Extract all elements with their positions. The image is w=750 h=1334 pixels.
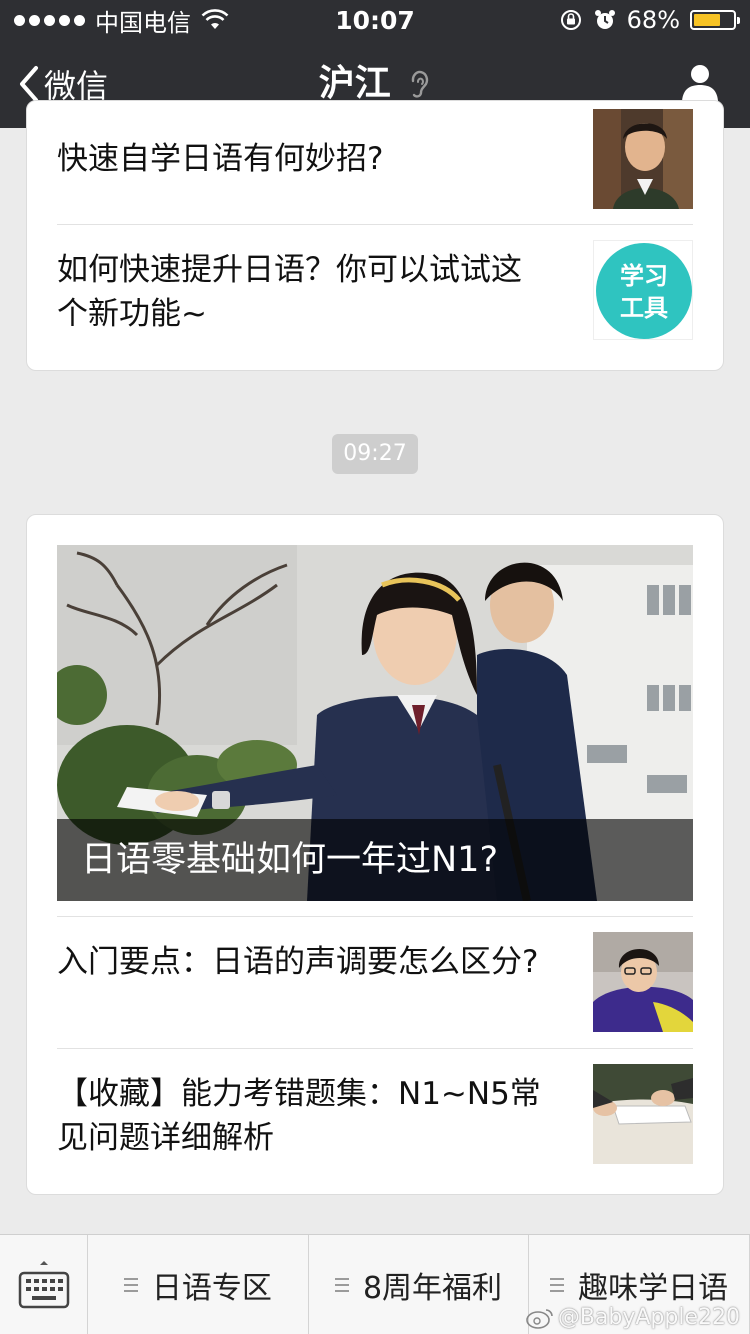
badge-text-1: 学习 [620, 262, 668, 290]
page-title-text: 沪江 [318, 63, 391, 104]
writing-hands-image [593, 1064, 693, 1164]
ear-icon[interactable] [409, 70, 431, 100]
menu-label: 趣味学日语 [578, 1271, 729, 1306]
article-title: 入门要点：日语的声调要怎么区分? [57, 944, 539, 980]
carrier-label: 中国电信 [95, 8, 191, 37]
status-bar: 中国电信 10:07 68% [0, 0, 750, 40]
alarm-icon [594, 10, 615, 29]
article-title: 【收藏】能力考错题集：N1~N5常见问题详细解析 [57, 1076, 541, 1156]
rotation-lock-icon [560, 10, 581, 30]
article-title: 快速自学日语有何妙招? [57, 141, 384, 177]
menu-icon [334, 1278, 349, 1292]
menu-label: 日语专区 [151, 1271, 272, 1306]
hero-caption: 日语零基础如何一年过N1? [57, 819, 693, 901]
divider [57, 916, 693, 917]
menu-item-anniversary-benefits[interactable]: 8周年福利 [309, 1235, 530, 1334]
article-item[interactable]: 快速自学日语有何妙招? [57, 109, 693, 209]
message-timestamp: 09:27 [332, 434, 418, 474]
article-item[interactable]: 入门要点：日语的声调要怎么区分? [57, 932, 693, 1032]
student-portrait-image [593, 932, 693, 1032]
keyboard-icon [18, 1261, 69, 1309]
battery-percent: 68% [626, 6, 680, 34]
keyboard-toggle-button[interactable] [0, 1235, 88, 1334]
signal-icon [14, 14, 85, 26]
article-thumbnail [593, 109, 693, 209]
article-item[interactable]: 【收藏】能力考错题集：N1~N5常见问题详细解析 [57, 1064, 693, 1164]
article-card: 日语零基础如何一年过N1? 入门要点：日语的声调要怎么区分? 【收藏】能力考错题… [26, 514, 724, 1195]
man-portrait-image [593, 109, 693, 209]
watermark-text: @BabyApple220 [557, 1305, 740, 1330]
weibo-icon [526, 1308, 553, 1329]
article-title: 如何快速提升日语？你可以试试这个新功能~ [57, 252, 522, 332]
wifi-icon [201, 9, 229, 29]
article-card: 快速自学日语有何妙招? 如何快速提升日语？你可以试试这个新功能~ 学习 工具 [26, 100, 724, 371]
divider [57, 1048, 693, 1049]
bottom-menu: 日语专区 8周年福利 趣味学日语 @BabyApple220 [0, 1234, 750, 1334]
study-tool-badge: 学习 工具 [594, 241, 692, 339]
menu-icon [123, 1278, 138, 1292]
article-item[interactable]: 如何快速提升日语？你可以试试这个新功能~ 学习 工具 [57, 240, 693, 340]
battery-icon [690, 10, 740, 30]
divider [57, 224, 693, 225]
article-thumbnail [593, 932, 693, 1032]
article-thumbnail: 学习 工具 [593, 240, 693, 340]
menu-label: 8周年福利 [362, 1271, 503, 1306]
menu-icon [550, 1278, 565, 1292]
profile-icon[interactable] [680, 62, 720, 102]
menu-item-japanese-zone[interactable]: 日语专区 [88, 1235, 309, 1334]
badge-text-2: 工具 [620, 294, 668, 322]
article-thumbnail [593, 1064, 693, 1164]
hero-article[interactable]: 日语零基础如何一年过N1? [57, 545, 693, 901]
weibo-watermark: @BabyApple220 [526, 1305, 740, 1330]
